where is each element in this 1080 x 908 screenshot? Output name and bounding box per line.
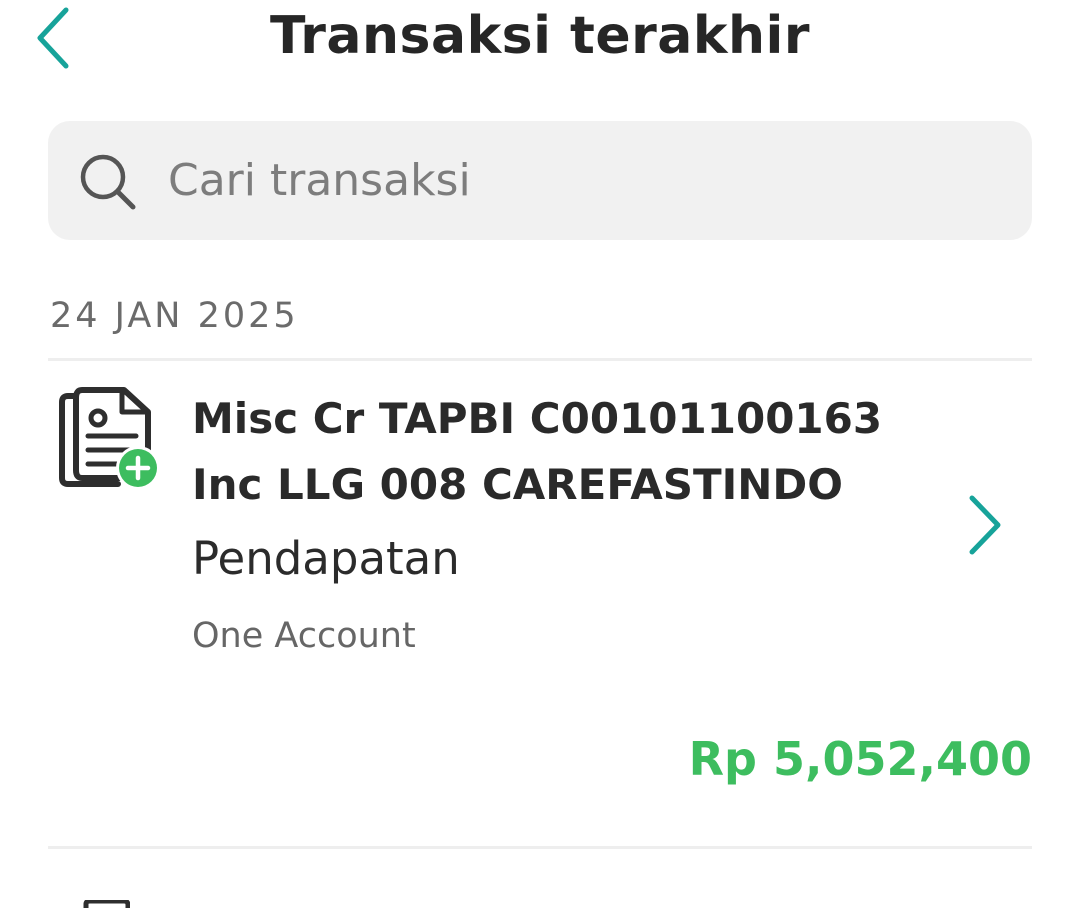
transaction-description-line-2: Inc LLG 008 CAREFASTINDO (192, 460, 843, 509)
search-icon (80, 154, 136, 210)
document-icon (83, 900, 130, 908)
date-header: 24 JAN 2025 (50, 296, 299, 336)
transaction-description-line-1: Misc Cr TAPBI C00101100163 (192, 394, 883, 443)
divider (48, 846, 1032, 849)
chevron-right-icon[interactable] (960, 490, 1010, 560)
transaction-account: One Account (192, 616, 416, 656)
search-input[interactable] (168, 148, 988, 212)
transaction-category: Pendapatan (192, 532, 460, 585)
header-bar: Transaksi terakhir (0, 0, 1080, 80)
document-plus-icon (59, 387, 160, 490)
divider (48, 358, 1032, 361)
transaction-description: Misc Cr TAPBI C00101100163 Inc LLG 008 C… (192, 386, 932, 518)
transaction-amount: Rp 5,052,400 (688, 732, 1032, 786)
page-title: Transaksi terakhir (270, 6, 810, 66)
